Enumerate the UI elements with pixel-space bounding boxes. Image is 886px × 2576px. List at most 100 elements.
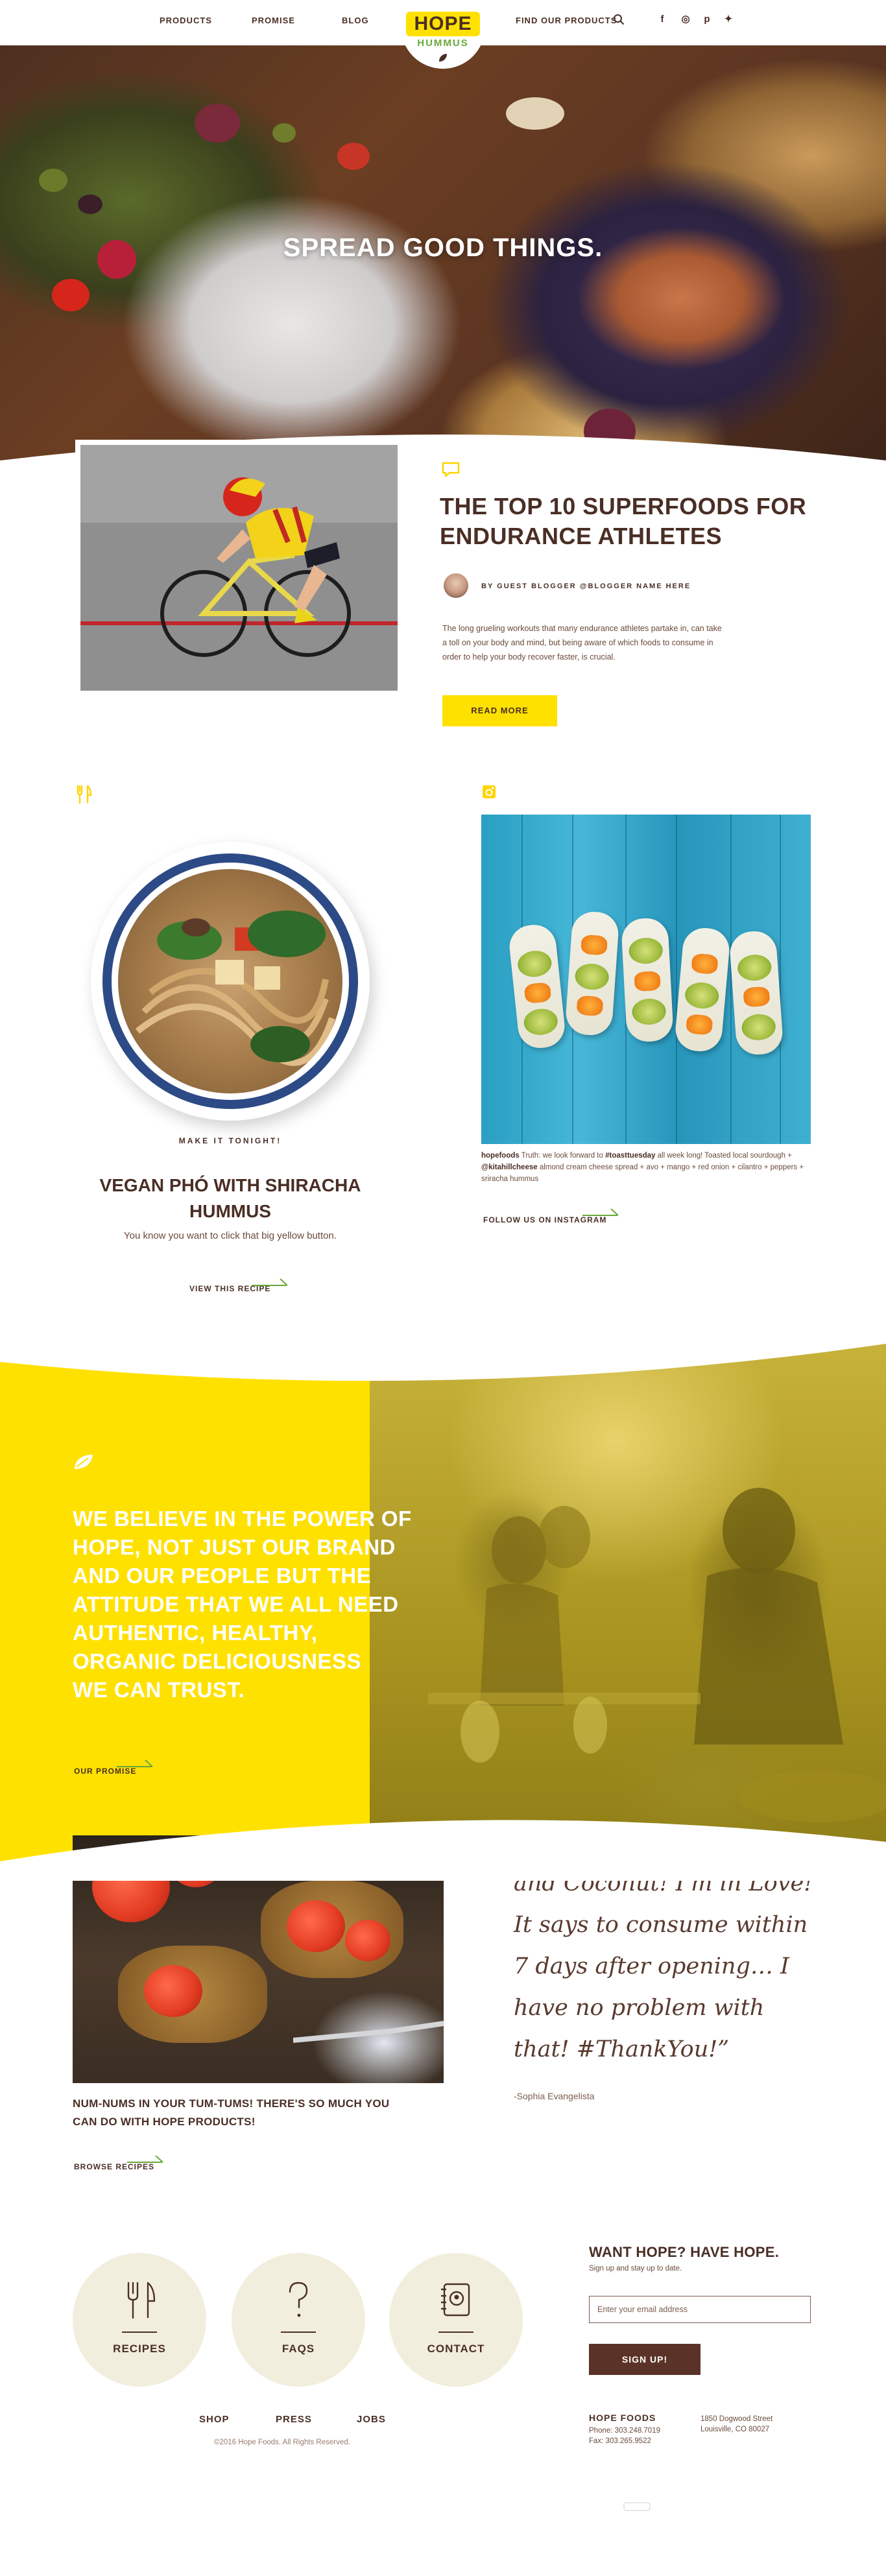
caption-text: Truth: we look forward to — [519, 1152, 606, 1160]
feature-title-line: THE TOP 10 SUPERFOODS FOR — [440, 493, 807, 519]
avocado-shape — [522, 1007, 559, 1037]
footer-link-shop[interactable]: SHOP — [199, 2414, 230, 2425]
feature-title-line: ENDURANCE ATHLETES — [440, 523, 723, 549]
signup-subtitle: Sign up and stay up to date. — [589, 2265, 682, 2272]
avocado-shape — [574, 962, 610, 991]
signup-title: WANT HOPE? HAVE HOPE. — [589, 2244, 780, 2260]
company-fax: Fax: 303.265.9522 — [589, 2437, 651, 2445]
caption-text: all week long! Toasted local sourdough + — [655, 1152, 792, 1160]
olive-shape — [272, 123, 296, 143]
mango-shape — [576, 995, 604, 1017]
feature-cyclist-image[interactable] — [75, 440, 403, 696]
hero-banner: SPREAD GOOD THINGS. — [0, 45, 886, 493]
find-our-products-link[interactable]: FIND OUR PRODUCTS — [516, 16, 617, 25]
search-icon[interactable] — [613, 14, 625, 25]
testimonial-author: -Sophia Evangelista — [514, 2091, 595, 2101]
nav-promise[interactable]: PROMISE — [252, 16, 295, 25]
instagram-toast-image[interactable] — [481, 815, 811, 1144]
olive-shape — [78, 195, 102, 214]
company-address-line: Louisville, CO 80027 — [700, 2426, 770, 2433]
numnums-headline: NUM-NUMS IN YOUR TUM-TUMS! THERE'S SO MU… — [73, 2095, 449, 2131]
fork-shape — [293, 2021, 444, 2043]
arrow-right-icon[interactable] — [117, 1756, 154, 1771]
toast-slice — [564, 910, 620, 1037]
tomato-slice — [287, 1900, 345, 1952]
email-field[interactable] — [589, 2296, 811, 2323]
promise-curve-bottom — [0, 1820, 886, 1881]
question-mark-icon — [289, 2282, 308, 2317]
site-header: PRODUCTS PROMISE BLOG HOPE HUMMUS FIND O… — [0, 0, 886, 69]
instagram-icon[interactable]: ◎ — [680, 13, 691, 25]
recipe-title-line: VEGAN PHÓ WITH SHIRACHA — [99, 1175, 361, 1195]
promise-line: AND OUR PEOPLE BUT THE — [73, 1564, 372, 1588]
promise-people-image — [370, 1342, 886, 1881]
pepper-shape — [337, 143, 370, 170]
contact-label: CONTACT — [427, 2343, 485, 2355]
people-silhouettes — [428, 1488, 886, 1822]
chat-bubble-icon — [442, 462, 460, 477]
recipes-label: RECIPES — [113, 2343, 166, 2355]
mango-shape — [743, 986, 771, 1008]
mango-shape — [523, 981, 552, 1004]
toast-slice — [507, 922, 567, 1051]
faded-logo-icon — [623, 2502, 651, 2511]
mango-shape — [581, 934, 608, 956]
promise-line: AUTHENTIC, HEALTHY, — [73, 1621, 318, 1645]
mango-shape — [634, 970, 661, 992]
caption-hashtag[interactable]: #toasttuesday — [605, 1152, 655, 1160]
facebook-icon[interactable]: f — [656, 13, 668, 25]
address-book-icon — [441, 2283, 470, 2317]
fig-shape — [195, 104, 240, 143]
cyclist-illustration — [80, 445, 398, 691]
twitter-icon[interactable]: ✦ — [723, 13, 734, 25]
hero-title: SPREAD GOOD THINGS. — [283, 233, 603, 262]
circle-divider — [122, 2332, 157, 2333]
avocado-shape — [741, 1013, 777, 1042]
footer-link-press[interactable]: PRESS — [276, 2414, 312, 2425]
numnums-line: NUM-NUMS IN YOUR TUM-TUMS! THERE'S SO MU… — [73, 2097, 390, 2110]
recipe-title-line: HUMMUS — [189, 1201, 271, 1221]
instagram-handle[interactable]: hopefoods — [481, 1152, 520, 1160]
arrow-right-icon[interactable] — [127, 2152, 165, 2166]
signup-button[interactable]: SIGN UP! — [589, 2344, 700, 2375]
nav-blog[interactable]: BLOG — [342, 16, 369, 25]
instagram-caption: hopefoods Truth: we look forward to #toa… — [481, 1150, 811, 1185]
tomato-slice — [345, 1920, 390, 1961]
pinterest-icon[interactable]: p — [701, 13, 713, 25]
pepper-shape — [52, 279, 90, 311]
olive-shape — [39, 169, 67, 192]
circle-divider — [281, 2332, 316, 2333]
arrow-right-icon[interactable] — [582, 1205, 620, 1219]
recipes-circle-button[interactable]: RECIPES — [73, 2253, 206, 2387]
instagram-icon — [483, 785, 496, 798]
avocado-shape — [628, 936, 664, 965]
promise-line: WE CAN TRUST. — [73, 1678, 245, 1702]
leaf-icon — [75, 1455, 93, 1469]
footer-link-jobs[interactable]: JOBS — [357, 2414, 386, 2425]
bowl-food — [118, 869, 342, 1093]
caption-mention[interactable]: @kitahillcheese — [481, 1163, 538, 1171]
plank-line — [676, 815, 677, 1144]
promise-curve-top — [0, 1342, 886, 1381]
circle-divider — [438, 2332, 473, 2333]
author-avatar — [444, 573, 468, 598]
author-byline: BY GUEST BLOGGER @BLOGGER NAME HERE — [481, 582, 691, 590]
avocado-shape — [516, 949, 553, 979]
recipe-subtitle: You know you want to click that big yell… — [124, 1230, 337, 1241]
promise-line: HOPE, NOT JUST OUR BRAND — [73, 1535, 396, 1559]
toast-slice — [728, 929, 784, 1056]
arrow-right-icon[interactable] — [252, 1275, 289, 1289]
recipe-title[interactable]: VEGAN PHÓ WITH SHIRACHA HUMMUS — [84, 1173, 376, 1224]
promise-line: WE BELIEVE IN THE POWER OF — [73, 1507, 412, 1531]
company-name: HOPE FOODS — [589, 2413, 656, 2423]
read-more-button[interactable]: READ MORE — [442, 695, 557, 726]
recipe-kicker: MAKE IT TONIGHT! — [178, 1136, 282, 1145]
company-phone: Phone: 303.248.7019 — [589, 2427, 660, 2435]
pho-bowl-image[interactable] — [91, 842, 370, 1121]
avocado-shape — [631, 997, 667, 1026]
faqs-circle-button[interactable]: FAQS — [232, 2253, 365, 2387]
feature-title[interactable]: THE TOP 10 SUPERFOODS FOR ENDURANCE ATHL… — [440, 492, 842, 551]
leaf-icon — [439, 54, 447, 62]
contact-circle-button[interactable]: CONTACT — [389, 2253, 523, 2387]
nav-products[interactable]: PRODUCTS — [160, 16, 212, 25]
